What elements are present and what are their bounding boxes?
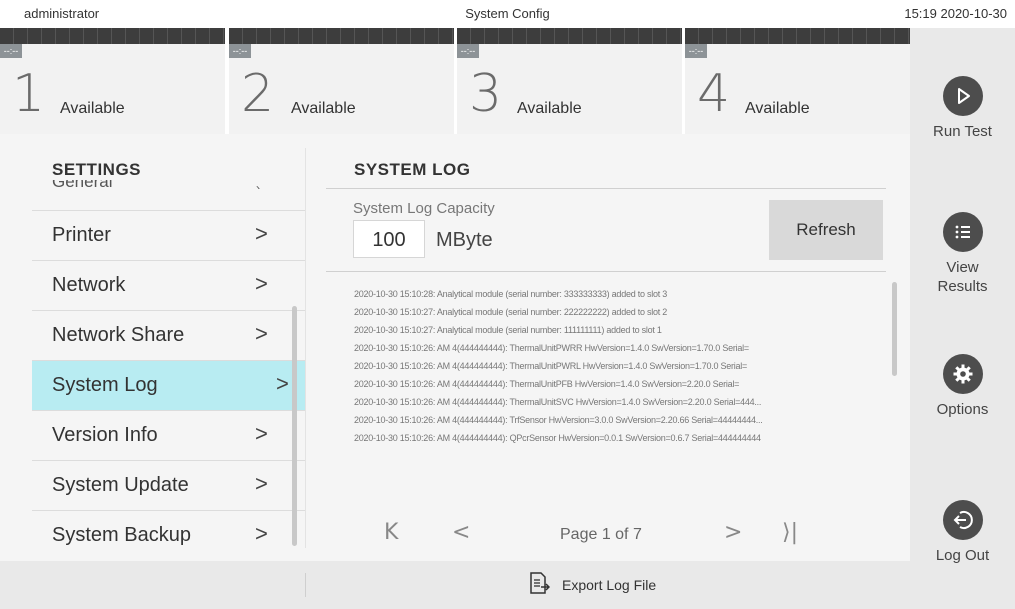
sidebar-item-network-share[interactable]: Network Share > xyxy=(32,310,305,360)
view-results-label-line1: View xyxy=(946,259,979,276)
refresh-button[interactable]: Refresh xyxy=(769,200,883,260)
log-line: 2020-10-30 15:10:26: AM 4(444444444): Th… xyxy=(354,397,762,407)
sidebar-item-label: General xyxy=(52,180,112,189)
options-label: Options xyxy=(936,401,989,418)
settings-sidebar: SETTINGS General › Printer > Network > N… xyxy=(0,134,305,561)
prev-page-button[interactable]: < xyxy=(452,520,470,545)
log-line: 2020-10-30 15:10:27: Analytical module (… xyxy=(354,307,667,317)
page-indicator: Page 1 of 7 xyxy=(560,526,642,543)
module-band xyxy=(0,28,225,44)
module-number: 3 xyxy=(469,64,503,124)
module-slot-4[interactable]: --:-- 4 Available xyxy=(685,28,910,134)
log-pager: K < Page 1 of 7 > ⟩| xyxy=(306,514,910,548)
log-line: 2020-10-30 15:10:26: AM 4(444444444): Th… xyxy=(354,361,748,371)
sidebar-item-general-partial[interactable]: General xyxy=(52,180,112,189)
logout-icon xyxy=(942,500,983,540)
view-results-button[interactable]: View Results xyxy=(910,212,1015,296)
system-log-panel: SYSTEM LOG System Log Capacity 100 MByte… xyxy=(306,134,910,561)
sidebar-item-system-backup[interactable]: System Backup > xyxy=(32,510,305,560)
sidebar-item-system-log[interactable]: System Log > xyxy=(32,360,305,410)
module-timer: --:-- xyxy=(685,44,707,58)
right-rail: Run Test View Results Options Log Out xyxy=(910,28,1015,609)
sidebar-item-label: System Update xyxy=(52,474,189,496)
next-page-button[interactable]: > xyxy=(724,520,742,545)
sidebar-item-label: System Log xyxy=(52,374,158,396)
module-number: 2 xyxy=(241,64,275,124)
run-test-button[interactable]: Run Test xyxy=(910,76,1015,141)
chevron-right-icon: > xyxy=(255,471,268,496)
module-slot-3[interactable]: --:-- 3 Available xyxy=(457,28,682,134)
chevron-right-icon: > xyxy=(255,521,268,546)
options-button[interactable]: Options xyxy=(910,354,1015,419)
capacity-label: System Log Capacity xyxy=(353,200,495,217)
chevron-right-icon: > xyxy=(255,271,268,296)
panel-title: SYSTEM LOG xyxy=(354,160,471,179)
module-slot-2[interactable]: --:-- 2 Available xyxy=(229,28,454,134)
sidebar-item-label: Printer xyxy=(52,224,111,246)
chevron-right-icon: > xyxy=(255,421,268,446)
export-log-button[interactable]: Export Log File xyxy=(528,571,656,599)
last-page-button[interactable]: ⟩| xyxy=(782,520,798,545)
play-icon xyxy=(942,76,983,116)
clock: 15:19 2020-10-30 xyxy=(904,6,1007,21)
sidebar-item-system-update[interactable]: System Update > xyxy=(32,460,305,510)
settings-title: SETTINGS xyxy=(52,160,142,179)
capacity-unit: MByte xyxy=(436,229,493,251)
screen-title: System Config xyxy=(465,6,550,21)
title-divider xyxy=(326,188,886,189)
sidebar-item-label: Network Share xyxy=(52,324,185,346)
module-status: Available xyxy=(517,100,582,117)
footer-bar: Export Log File xyxy=(0,561,910,609)
sidebar-item-label: System Backup xyxy=(52,524,191,546)
log-divider xyxy=(326,271,886,272)
view-results-label: View Results xyxy=(910,258,1015,296)
module-band xyxy=(457,28,682,44)
log-line: 2020-10-30 15:10:27: Analytical module (… xyxy=(354,325,662,335)
list-icon xyxy=(942,212,983,252)
log-out-button[interactable]: Log Out xyxy=(910,500,1015,565)
log-scrollbar[interactable] xyxy=(892,282,897,376)
chevron-right-icon: > xyxy=(276,371,289,396)
capacity-input[interactable]: 100 xyxy=(353,220,425,258)
footer-divider xyxy=(305,573,306,597)
module-band xyxy=(229,28,454,44)
first-page-button[interactable]: K xyxy=(384,520,398,545)
run-test-label: Run Test xyxy=(933,123,992,140)
chevron-right-icon: > xyxy=(255,321,268,346)
sidebar-item-network[interactable]: Network > xyxy=(32,260,305,310)
module-number: 1 xyxy=(12,64,46,124)
module-band xyxy=(685,28,910,44)
log-line: 2020-10-30 15:10:26: AM 4(444444444): Th… xyxy=(354,343,749,353)
sidebar-scrollbar[interactable] xyxy=(292,306,297,546)
log-line: 2020-10-30 15:10:28: Analytical module (… xyxy=(354,289,667,299)
module-timer: --:-- xyxy=(0,44,22,58)
module-status: Available xyxy=(60,100,125,117)
log-out-label: Log Out xyxy=(935,547,990,564)
module-timer: --:-- xyxy=(229,44,251,58)
log-line: 2020-10-30 15:10:26: AM 4(444444444): Th… xyxy=(354,379,740,389)
log-list: 2020-10-30 15:10:28: Analytical module (… xyxy=(354,288,894,450)
module-status: Available xyxy=(291,100,356,117)
gear-icon xyxy=(942,354,983,394)
module-strip: --:-- 1 Available --:-- 2 Available --:-… xyxy=(0,28,910,134)
export-log-label: Export Log File xyxy=(562,577,657,593)
module-status: Available xyxy=(745,100,810,117)
main-content: SETTINGS General › Printer > Network > N… xyxy=(0,134,910,609)
chevron-right-icon: > xyxy=(255,221,268,246)
export-file-icon xyxy=(528,571,551,600)
log-line: 2020-10-30 15:10:26: AM 4(444444444): QP… xyxy=(354,433,761,443)
view-results-label-line2: Results xyxy=(937,278,988,295)
sidebar-item-label: Network xyxy=(52,274,126,296)
module-number: 4 xyxy=(697,64,731,124)
top-status-bar: administrator System Config 15:19 2020-1… xyxy=(0,0,1015,28)
chevron-right-icon: › xyxy=(256,181,260,189)
module-timer: --:-- xyxy=(457,44,479,58)
log-line: 2020-10-30 15:10:26: AM 4(444444444): Tr… xyxy=(354,415,763,425)
module-slot-1[interactable]: --:-- 1 Available xyxy=(0,28,225,134)
sidebar-item-printer[interactable]: Printer > xyxy=(32,210,305,260)
sidebar-item-label: Version Info xyxy=(52,424,158,446)
sidebar-item-version-info[interactable]: Version Info > xyxy=(32,410,305,460)
